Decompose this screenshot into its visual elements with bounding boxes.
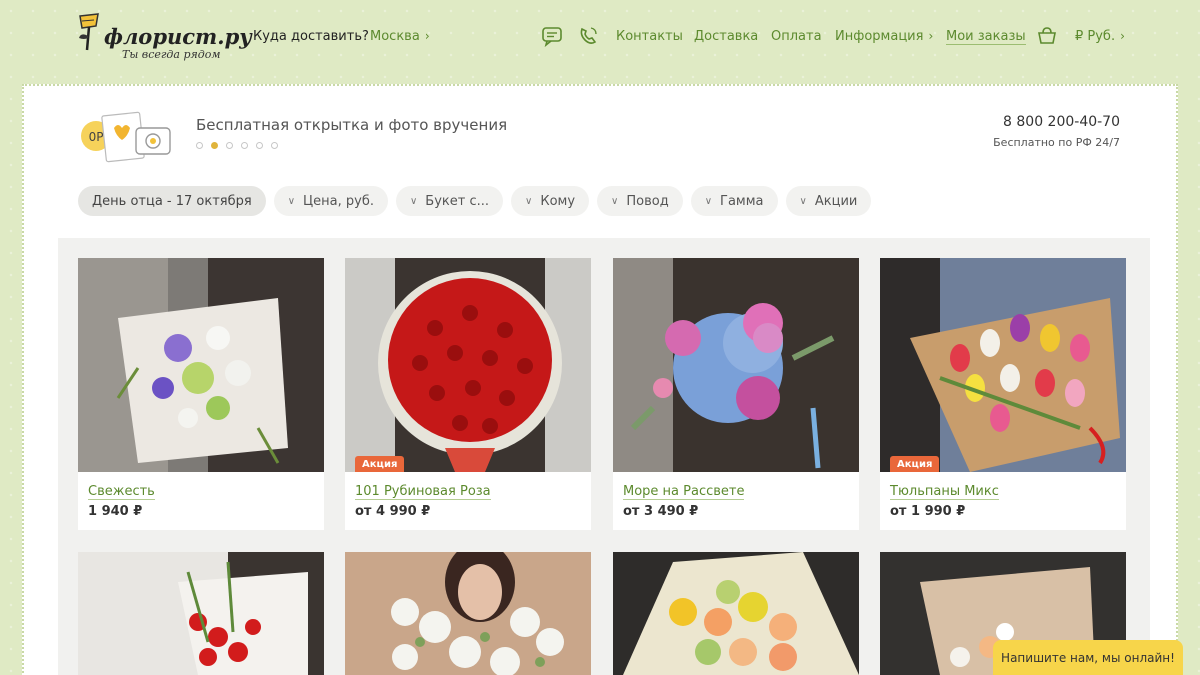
product-image[interactable] — [613, 258, 859, 472]
filter-label: Повод — [626, 193, 669, 209]
brand-name: флорист.ру — [104, 24, 252, 49]
filter-chip-recipient[interactable]: ∨ Кому — [511, 186, 590, 216]
city-selector[interactable]: Москва › — [370, 29, 430, 44]
filter-label: Цена, руб. — [303, 193, 374, 209]
chevron-right-icon: › — [1120, 29, 1125, 43]
filter-chip-price[interactable]: ∨ Цена, руб. — [273, 186, 388, 216]
promo-carousel-dots — [196, 142, 278, 149]
nav-contacts[interactable]: Контакты — [616, 29, 683, 44]
site-header: флорист.ру Ты всегда рядом Куда доставит… — [0, 0, 1200, 80]
currency-selector[interactable]: ₽ Руб. › — [1075, 29, 1125, 44]
filter-label: Кому — [540, 193, 576, 209]
nav-my-orders[interactable]: Мои заказы — [946, 29, 1026, 45]
nav-delivery[interactable]: Доставка — [694, 29, 758, 44]
product-price: от 3 490 ₽ — [623, 504, 699, 519]
phone-note: Бесплатно по РФ 24/7 — [993, 136, 1120, 149]
chevron-down-icon: ∨ — [409, 195, 418, 207]
logo[interactable]: флорист.ру Ты всегда рядом — [76, 12, 252, 64]
product-image[interactable]: Акция — [880, 258, 1126, 472]
product-price: от 4 990 ₽ — [355, 504, 431, 519]
filter-chip-promotions[interactable]: ∨ Акции — [785, 186, 872, 216]
carousel-dot-active[interactable] — [211, 142, 218, 149]
chevron-down-icon: ∨ — [799, 195, 807, 207]
chevron-down-icon: ∨ — [525, 195, 533, 207]
filter-chip-occasion-date[interactable]: День отца - 17 октября — [78, 186, 266, 216]
product-image[interactable] — [345, 552, 591, 675]
product-card[interactable]: Акция 101 Рубиновая Роза от 4 990 ₽ — [345, 258, 591, 530]
product-image[interactable]: Акция — [345, 258, 591, 472]
product-title[interactable]: Свежесть — [88, 484, 155, 500]
phone-leaf-icon[interactable] — [577, 25, 599, 47]
product-title[interactable]: Тюльпаны Микс — [890, 484, 999, 500]
chevron-right-icon: › — [928, 29, 934, 43]
promo-text[interactable]: Бесплатная открытка и фото вручения — [196, 116, 507, 134]
brand-tagline: Ты всегда рядом — [122, 48, 221, 61]
promo-badge: Акция — [890, 456, 940, 472]
chevron-down-icon: ∨ — [611, 195, 619, 207]
promo-badge-text: 0Р — [89, 130, 104, 144]
product-title[interactable]: Море на Рассвете — [623, 484, 745, 500]
product-title[interactable]: 101 Рубиновая Роза — [355, 484, 491, 500]
filter-label: День отца - 17 октября — [92, 193, 252, 209]
chevron-down-icon: ∨ — [704, 195, 713, 207]
phone-number[interactable]: 8 800 200-40-70 — [1003, 114, 1120, 130]
product-card[interactable]: Свежесть 1 940 ₽ — [78, 258, 324, 530]
product-card[interactable]: Акция Тюльпаны Микс от 1 990 ₽ — [880, 258, 1126, 530]
carousel-dot[interactable] — [226, 142, 233, 149]
carousel-dot[interactable] — [241, 142, 248, 149]
product-card[interactable] — [78, 552, 324, 675]
city-label: Москва — [370, 29, 420, 44]
online-chat-button[interactable]: Напишите нам, мы онлайн! — [993, 640, 1183, 675]
product-image[interactable] — [78, 258, 324, 472]
chevron-down-icon: ∨ — [287, 195, 296, 207]
filter-label: Букет с... — [425, 193, 490, 209]
promo-badge: Акция — [355, 456, 405, 472]
filter-chip-bouquet-with[interactable]: ∨ Букет с... — [395, 186, 504, 216]
chevron-right-icon: › — [424, 29, 430, 43]
chat-icon[interactable] — [541, 25, 563, 47]
nav-info[interactable]: Информация › — [835, 29, 933, 44]
filter-chip-color[interactable]: ∨ Гамма — [690, 186, 778, 216]
filter-label: Акции — [814, 193, 858, 209]
filter-bar: День отца - 17 октября ∨ Цена, руб. ∨ Буке… — [78, 186, 872, 216]
postcard-camera-icon[interactable]: 0Р — [80, 108, 176, 164]
product-image[interactable] — [78, 552, 324, 675]
product-image[interactable] — [613, 552, 859, 675]
cart-icon[interactable] — [1036, 25, 1058, 47]
deliver-question: Куда доставить? — [253, 29, 369, 44]
carousel-dot[interactable] — [271, 142, 278, 149]
product-price: 1 940 ₽ — [88, 504, 143, 519]
carousel-dot[interactable] — [256, 142, 263, 149]
nav-info-label: Информация — [835, 29, 924, 44]
product-card[interactable] — [613, 552, 859, 675]
currency-label: ₽ Руб. — [1075, 29, 1116, 44]
logo-flower-icon — [79, 13, 99, 51]
nav-payment[interactable]: Оплата — [771, 29, 822, 44]
filter-chip-occasion[interactable]: ∨ Повод — [597, 186, 683, 216]
carousel-dot[interactable] — [196, 142, 203, 149]
product-card[interactable]: Море на Рассвете от 3 490 ₽ — [613, 258, 859, 530]
product-price: от 1 990 ₽ — [890, 504, 966, 519]
product-card[interactable] — [345, 552, 591, 675]
filter-label: Гамма — [720, 193, 764, 209]
